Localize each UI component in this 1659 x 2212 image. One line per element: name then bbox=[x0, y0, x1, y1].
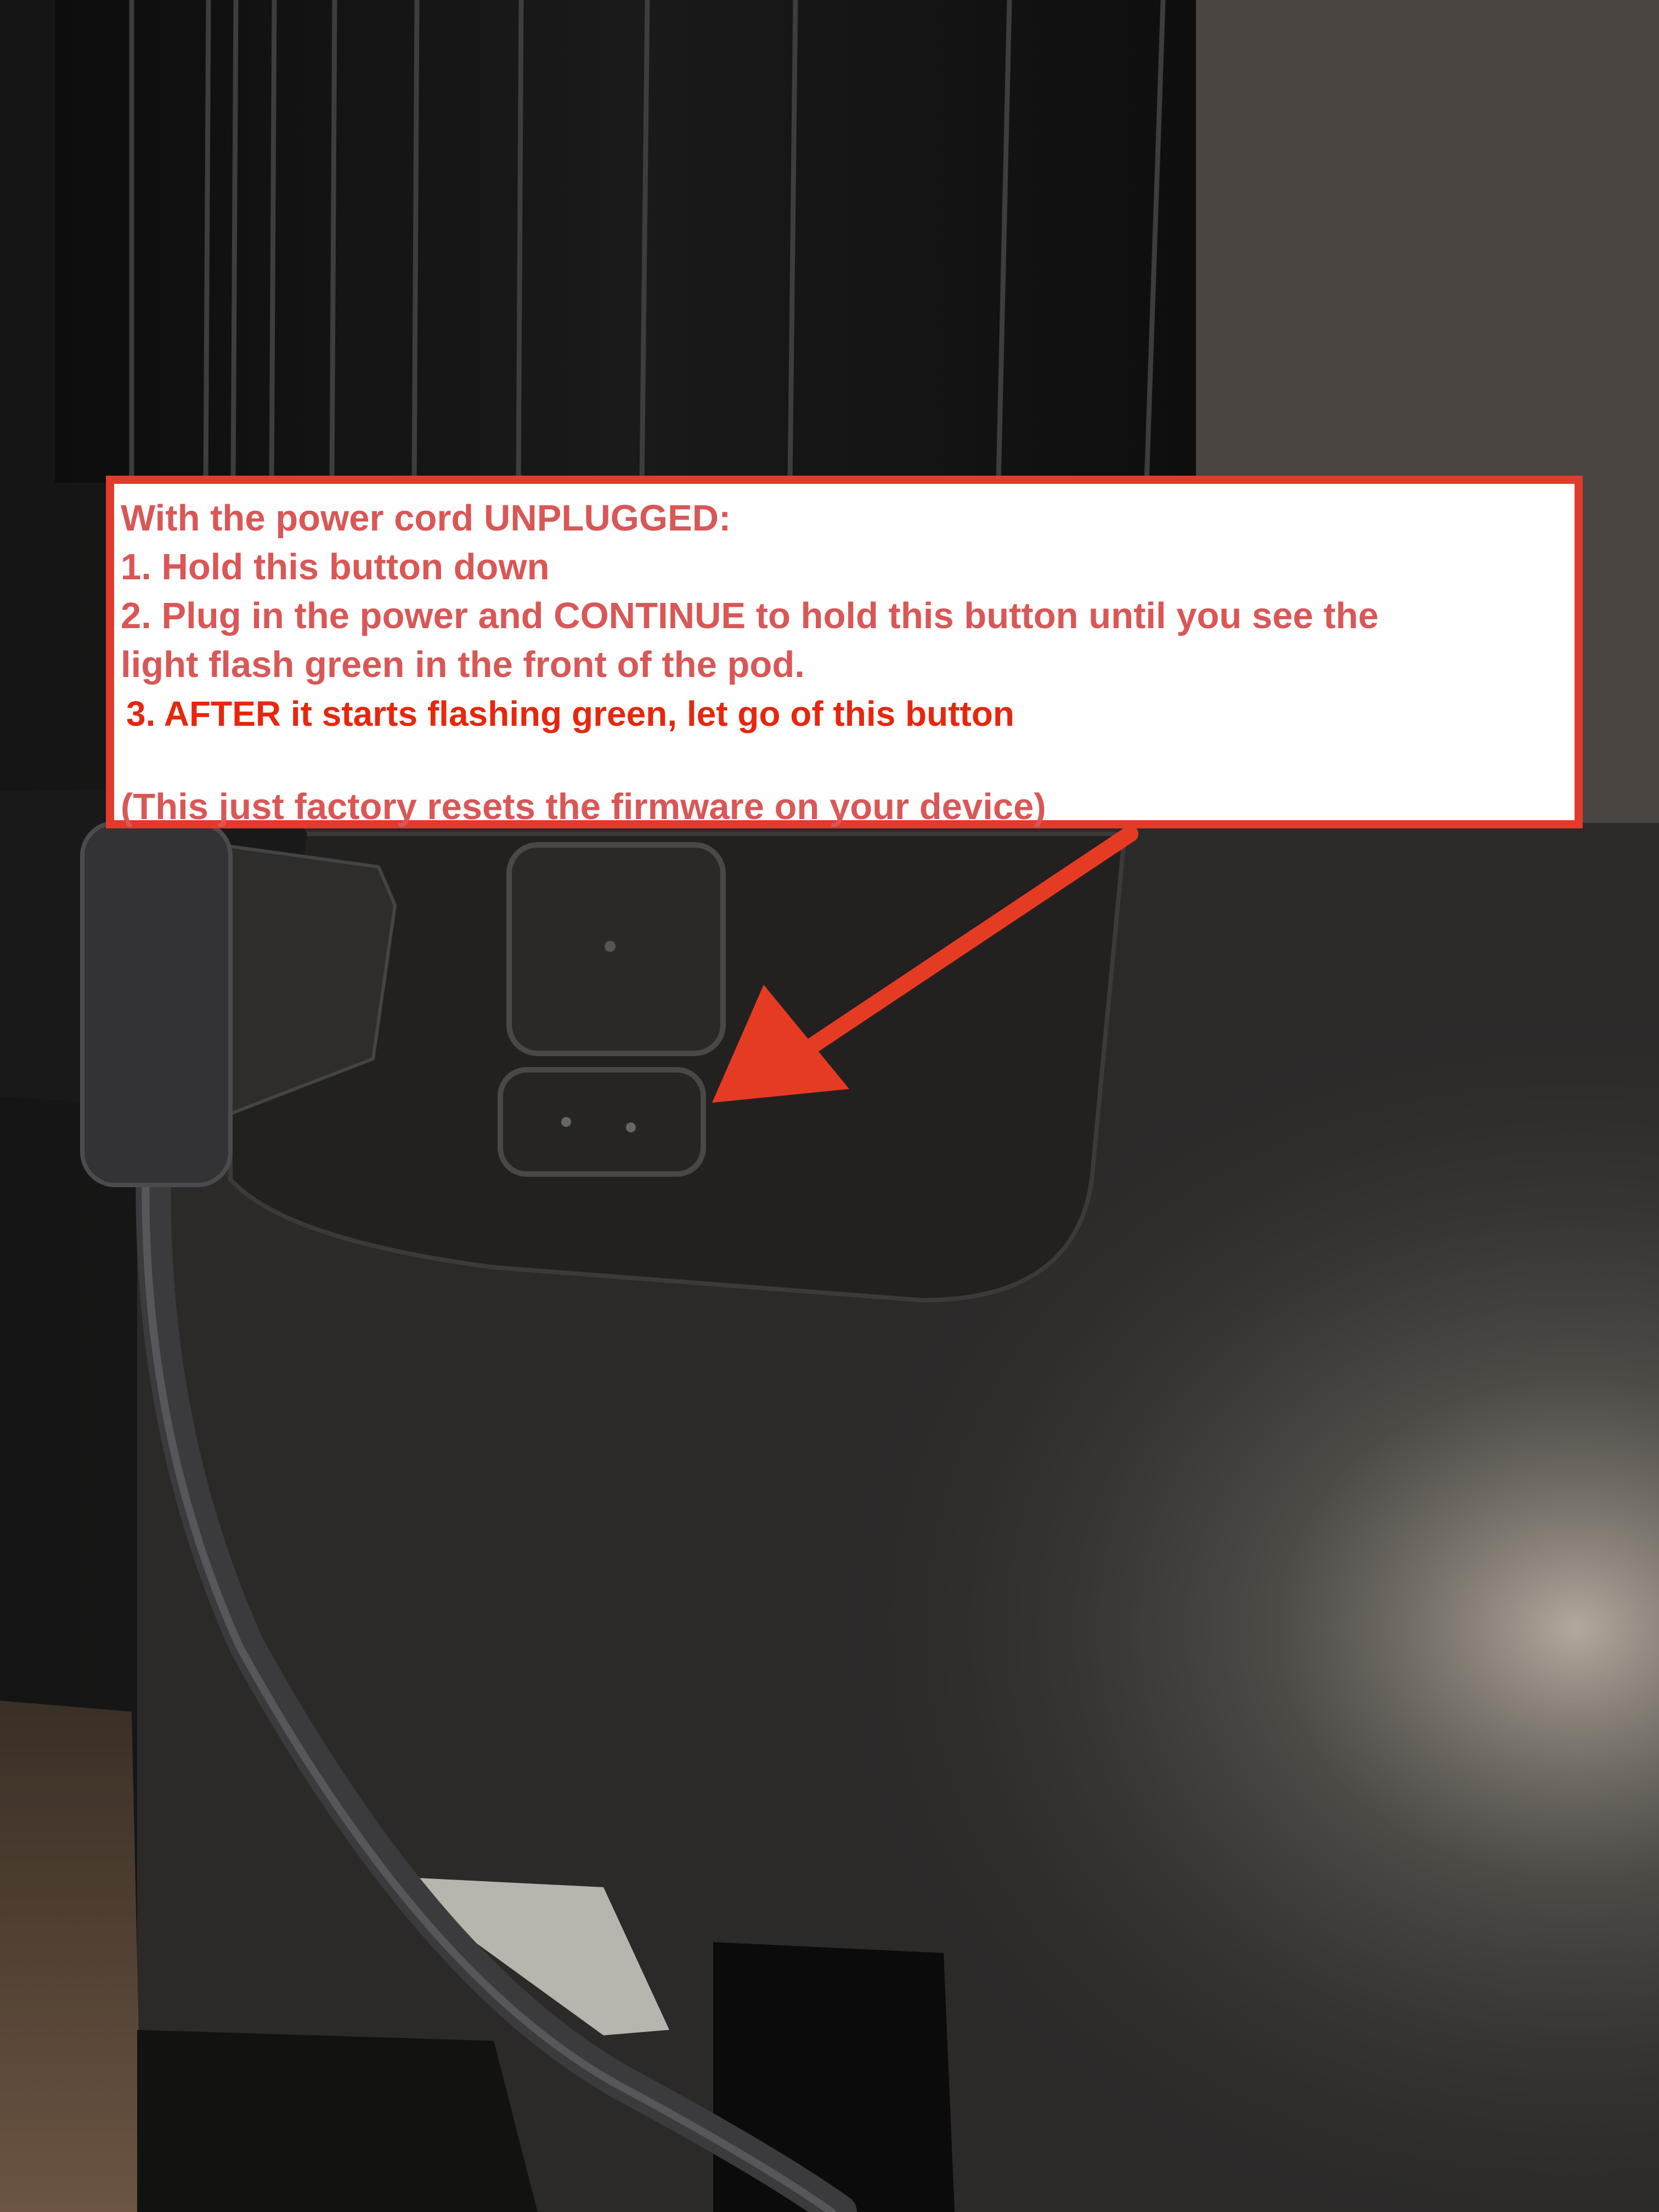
instruction-note: (This just factory resets the firmware o… bbox=[121, 786, 1046, 827]
instruction-step-3: 3. AFTER it starts flashing green, let g… bbox=[126, 694, 1014, 733]
instruction-intro: With the power cord UNPLUGGED: bbox=[121, 498, 731, 539]
instruction-box: With the power cord UNPLUGGED: 1. Hold t… bbox=[106, 476, 1583, 828]
instruction-spacer bbox=[121, 738, 1567, 782]
photo-stage: With the power cord UNPLUGGED: 1. Hold t… bbox=[0, 0, 1659, 2212]
instruction-step-2-line-2: light flash green in the front of the po… bbox=[121, 644, 805, 685]
arrow-icon bbox=[712, 826, 1138, 1103]
instruction-step-2-line-1: 2. Plug in the power and CONTINUE to hol… bbox=[121, 595, 1379, 636]
instruction-step-1: 1. Hold this button down bbox=[121, 546, 550, 588]
